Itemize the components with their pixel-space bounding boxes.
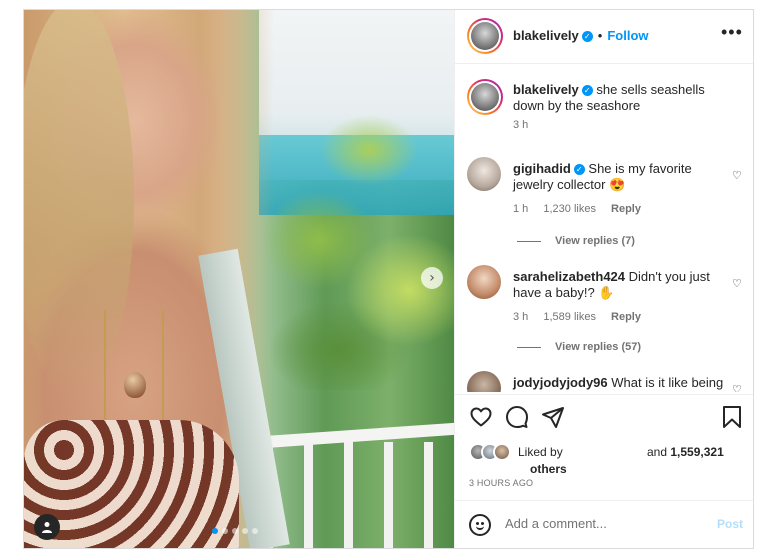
author-line: blakelively ✓ • Follow <box>513 28 649 43</box>
add-comment-bar: Post <box>455 500 753 548</box>
post-modal: › blakelively ✓ • Follow ••• blakelively… <box>23 9 754 549</box>
comment-likes[interactable]: 1,230 likes <box>543 203 596 215</box>
reply-button[interactable]: Reply <box>611 311 641 323</box>
verified-badge-icon: ✓ <box>581 31 593 42</box>
more-options-icon[interactable]: ••• <box>721 22 743 43</box>
comments-list[interactable]: blakelively ✓ she sells seashells down by… <box>455 65 753 392</box>
carousel-next-button[interactable]: › <box>421 267 443 289</box>
heart-icon[interactable]: ♡ <box>732 383 742 392</box>
person-icon <box>42 522 52 533</box>
caption-meta: 3 h <box>513 119 540 131</box>
carousel-dot <box>242 528 248 534</box>
comment-username[interactable]: gigihadid <box>513 161 571 176</box>
commenter-avatar[interactable] <box>467 265 501 299</box>
carousel-dots <box>212 528 258 534</box>
likes-count-line[interactable]: and 1,559,321 <box>647 445 724 459</box>
post-photo[interactable]: › <box>24 10 454 548</box>
others-label[interactable]: others <box>530 462 567 476</box>
post-comment-button[interactable]: Post <box>717 517 743 531</box>
emoji-icon[interactable] <box>469 514 491 536</box>
chevron-right-icon: › <box>429 270 435 286</box>
caption-text-block: blakelively ✓ she sells seashells down by… <box>513 82 728 114</box>
comment-time: 3 h <box>513 311 529 323</box>
carousel-dot <box>252 528 258 534</box>
comment-meta: 3 h 1,589 likes Reply <box>513 311 653 323</box>
liker-avatar <box>493 443 511 461</box>
follow-button[interactable]: Follow <box>607 28 648 43</box>
comment-username[interactable]: sarahelizabeth424 <box>513 269 625 284</box>
post-side-panel: blakelively ✓ • Follow ••• blakelively ✓ she… <box>454 10 753 548</box>
comment-bubble-icon[interactable] <box>505 405 529 429</box>
header-separator: • <box>597 28 603 43</box>
post-header: blakelively ✓ • Follow ••• <box>455 10 753 64</box>
comment-text-block: sarahelizabeth424 Didn't you just have a… <box>513 269 728 301</box>
view-replies-label: View replies (7) <box>555 235 635 247</box>
view-replies-button[interactable]: View replies (57) <box>517 341 641 353</box>
divider-line <box>517 240 541 242</box>
comment-text-block: jodyjodyjody96 What is it like being an … <box>513 375 728 392</box>
comment-text-block: gigihadid ✓ She is my favorite jewelry co… <box>513 161 728 193</box>
and-label: and <box>647 445 668 459</box>
tagged-users-button[interactable] <box>34 514 60 540</box>
commenter-avatar[interactable] <box>467 371 501 392</box>
carousel-dot <box>222 528 228 534</box>
heart-icon[interactable]: ♡ <box>732 277 742 290</box>
heart-icon[interactable]: ♡ <box>732 169 742 182</box>
author-username[interactable]: blakelively <box>513 28 579 43</box>
view-replies-button[interactable]: View replies (7) <box>517 235 635 247</box>
caption-time: 3 h <box>513 119 529 131</box>
like-heart-icon[interactable] <box>469 405 493 429</box>
author-avatar[interactable] <box>467 79 503 115</box>
caption-username[interactable]: blakelively <box>513 82 579 97</box>
verified-badge-icon: ✓ <box>573 164 585 175</box>
comment-likes[interactable]: 1,589 likes <box>543 311 596 323</box>
carousel-dot <box>212 528 218 534</box>
verified-badge-icon: ✓ <box>581 85 593 96</box>
post-actions <box>455 394 753 440</box>
share-paper-plane-icon[interactable] <box>541 405 565 429</box>
comment-username[interactable]: jodyjodyjody96 <box>513 375 608 390</box>
comment-meta: 1 h 1,230 likes Reply <box>513 203 653 215</box>
commenter-avatar[interactable] <box>467 157 501 191</box>
author-avatar[interactable] <box>467 18 503 54</box>
divider-line <box>517 346 541 348</box>
comment-input[interactable] <box>505 516 705 531</box>
reply-button[interactable]: Reply <box>611 203 641 215</box>
photo-palms <box>249 70 454 390</box>
bookmark-icon[interactable] <box>721 405 743 429</box>
comment-time: 1 h <box>513 203 529 215</box>
photo-seashell-pendant <box>124 372 146 398</box>
carousel-dot <box>232 528 238 534</box>
likes-count[interactable]: 1,559,321 <box>670 445 723 459</box>
view-replies-label: View replies (57) <box>555 341 642 353</box>
post-timestamp[interactable]: 3 HOURS AGO <box>469 478 533 488</box>
liked-by-label: Liked by <box>518 445 563 459</box>
